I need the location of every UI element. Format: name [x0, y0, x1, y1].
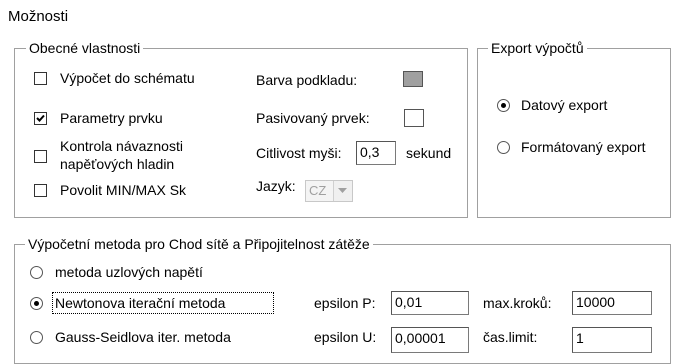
- checkbox-voltage-check[interactable]: [34, 150, 47, 163]
- checkbox-calc-to-schema-label: Výpočet do schématu: [60, 70, 195, 86]
- epsilon-u-input[interactable]: 0,00001: [391, 327, 469, 353]
- radio-selected-dot: [34, 301, 39, 306]
- radio-newton-label: Newtonova iterační metoda: [55, 295, 226, 311]
- language-select-button[interactable]: [333, 181, 352, 201]
- max-steps-label: max.kroků:: [483, 295, 552, 311]
- mouse-sensitivity-label: Citlivost myši:: [256, 145, 342, 161]
- general-properties-legend: Obecné vlastnosti: [26, 40, 144, 56]
- epsilon-p-label: epsilon P:: [314, 295, 376, 311]
- check-mark-icon: [36, 114, 45, 122]
- checkbox-voltage-check-label-line1: Kontrola návaznosti: [60, 138, 183, 154]
- radio-formatted-export[interactable]: [497, 141, 510, 154]
- dialog-title: Možnosti: [8, 8, 69, 25]
- checkbox-element-params-label: Parametry prvku: [60, 110, 163, 126]
- export-group: [477, 48, 671, 218]
- time-limit-input[interactable]: 1: [572, 327, 652, 353]
- radio-formatted-export-label: Formátovaný export: [521, 139, 646, 155]
- radio-selected-dot: [501, 103, 506, 108]
- epsilon-u-label: epsilon U:: [314, 329, 377, 345]
- passive-element-label: Pasivovaný prvek:: [256, 110, 370, 126]
- radio-data-export[interactable]: [497, 99, 510, 112]
- passive-element-color-box[interactable]: [404, 109, 424, 127]
- export-legend: Export výpočtů: [488, 40, 587, 56]
- checkbox-voltage-check-label-line2: napěťových hladin: [60, 156, 175, 172]
- checkbox-minmax-sk-label: Povolit MIN/MAX Sk: [60, 182, 187, 198]
- bg-color-label: Barva podkladu:: [256, 72, 358, 88]
- radio-nodal-voltage-label: metoda uzlových napětí: [55, 264, 203, 280]
- radio-gauss-seidel[interactable]: [30, 331, 43, 344]
- mouse-sensitivity-unit: sekund: [406, 145, 452, 161]
- mouse-sensitivity-input[interactable]: 0,3: [356, 141, 396, 165]
- calculation-method-legend: Výpočetní metoda pro Chod sítě a Připoji…: [25, 236, 373, 252]
- radio-data-export-label: Datový export: [521, 97, 608, 113]
- checkbox-calc-to-schema[interactable]: [34, 72, 47, 85]
- epsilon-p-input[interactable]: 0,01: [391, 291, 469, 315]
- chevron-down-icon: [338, 188, 347, 193]
- radio-gauss-seidel-label: Gauss-Seidlova iter. metoda: [55, 329, 231, 345]
- radio-newton[interactable]: [30, 297, 43, 310]
- max-steps-input[interactable]: 10000: [572, 291, 652, 315]
- time-limit-label: čas.limit:: [483, 329, 538, 345]
- bg-color-swatch[interactable]: [403, 71, 423, 87]
- language-label: Jazyk:: [256, 178, 296, 194]
- checkbox-element-params[interactable]: [34, 112, 47, 125]
- language-select[interactable]: CZ: [305, 180, 353, 202]
- checkbox-minmax-sk[interactable]: [34, 184, 47, 197]
- radio-nodal-voltage[interactable]: [30, 266, 43, 279]
- language-select-value: CZ: [309, 183, 327, 198]
